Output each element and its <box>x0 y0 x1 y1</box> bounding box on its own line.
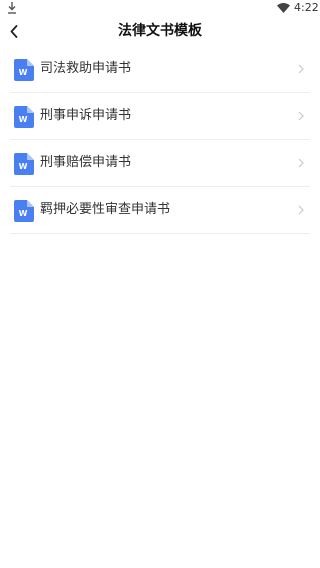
doc-icon-letter: W <box>19 115 28 124</box>
word-doc-icon: W <box>14 106 34 128</box>
doc-icon-letter: W <box>19 209 28 218</box>
status-bar: 4:22 <box>0 0 320 16</box>
list-item-legal-aid[interactable]: W 司法救助申请书 <box>10 46 310 93</box>
word-doc-icon: W <box>14 200 34 222</box>
list-item-criminal-appeal[interactable]: W 刑事申诉申请书 <box>10 93 310 140</box>
chevron-right-icon <box>298 64 304 74</box>
wifi-icon <box>277 3 290 13</box>
list-item-criminal-compensation[interactable]: W 刑事赔偿申请书 <box>10 140 310 187</box>
chevron-right-icon <box>298 158 304 168</box>
status-time: 4:22 <box>294 1 319 14</box>
list-item-detention-review[interactable]: W 羁押必要性审查申请书 <box>10 187 310 234</box>
list-item-label: 刑事赔偿申请书 <box>40 155 132 170</box>
document-template-list: W 司法救助申请书 W 刑事申诉申请书 W 刑事赔偿申请书 W 羁押必要性审查申… <box>0 46 320 234</box>
chevron-right-icon <box>298 205 304 215</box>
word-doc-icon: W <box>14 153 34 175</box>
chevron-right-icon <box>298 111 304 121</box>
doc-icon-letter: W <box>19 162 28 171</box>
list-item-label: 司法救助申请书 <box>40 61 132 76</box>
navigation-bar: 法律文书模板 <box>0 16 320 46</box>
list-item-label: 羁押必要性审查申请书 <box>40 202 171 217</box>
doc-icon-letter: W <box>19 68 28 77</box>
word-doc-icon: W <box>14 59 34 81</box>
page-title: 法律文书模板 <box>118 23 202 39</box>
download-icon <box>8 2 16 14</box>
list-item-label: 刑事申诉申请书 <box>40 108 132 123</box>
